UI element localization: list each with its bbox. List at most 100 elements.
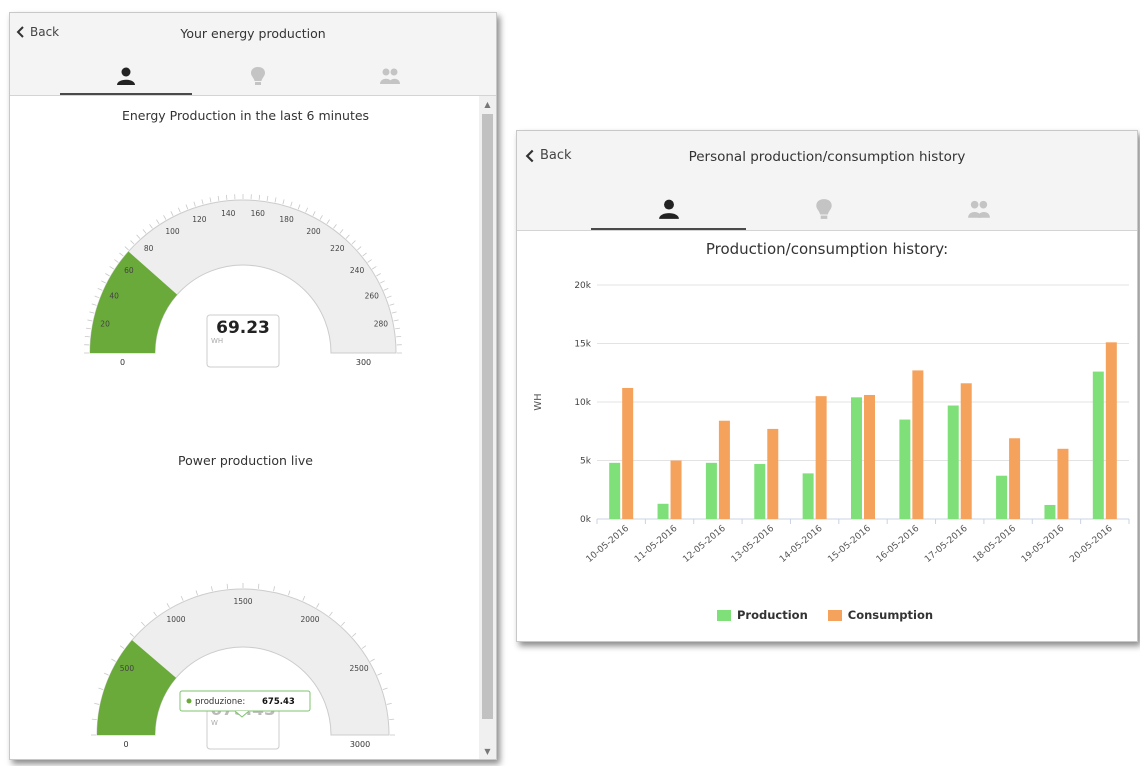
tooltip-value: 675.43 (262, 697, 295, 707)
gauge-tick-label: 1000 (166, 615, 185, 624)
tab-devices[interactable] (746, 187, 901, 230)
bar-consumption (864, 394, 875, 519)
gauge-tick (163, 215, 167, 220)
bar-production (996, 475, 1008, 519)
gauge-tick (170, 211, 174, 216)
gauge-tick (258, 194, 261, 200)
page-title: Personal production/consumption history (688, 149, 966, 165)
chart-x-tick-label: 17-05-2016 (923, 523, 970, 564)
chart-content: Production/consumption history: 0k 5k 10k 1… (517, 231, 1137, 641)
person-icon (117, 67, 135, 85)
panel-header: Back Your energy production (10, 13, 496, 96)
bar-production (947, 405, 959, 519)
chart-x-tick-label: 12-05-2016 (681, 523, 728, 564)
gauge-tick (142, 229, 147, 234)
chart-x-tick-label: 15-05-2016 (826, 523, 873, 564)
chart-x-tick-label: 16-05-2016 (875, 523, 922, 564)
bar-production (705, 462, 717, 519)
chart-y-tick-label: 15k (574, 340, 591, 350)
legend-swatch-production (717, 609, 731, 621)
power-gauge-min-label: 0 (123, 740, 128, 749)
gauge-tick (119, 645, 125, 649)
bar-production (609, 462, 621, 519)
chart-x-tick-label: 18-05-2016 (972, 523, 1019, 564)
gauge-tick (91, 718, 97, 721)
tooltip-series-label: produzione: (195, 697, 245, 707)
bar-production (851, 397, 862, 519)
chart-title: Production/consumption history: (705, 240, 949, 258)
gauge-tick (136, 234, 141, 239)
tab-community[interactable] (902, 187, 1057, 230)
gauge-tick (180, 595, 184, 601)
gauge-tick (97, 287, 103, 291)
energy-gauge-title: Energy Production in the last 6 minutes (121, 108, 370, 123)
gauge-tick (367, 259, 372, 263)
bar-production (1044, 504, 1056, 519)
gauge-tick (85, 327, 91, 330)
scrollbar-thumb[interactable] (482, 114, 493, 719)
history-bar-chart: 0k 5k 10k 15k 20k WH 10-05-2016 11-05-2016 12-… (533, 281, 1130, 565)
legend-item-consumption[interactable]: Consumption (827, 608, 933, 622)
page-title: Your energy production (180, 26, 326, 41)
tooltip-series-dot (186, 698, 192, 704)
tab-community[interactable] (324, 57, 456, 95)
group-icon (968, 200, 991, 218)
chart-legend: Production Consumption (717, 608, 933, 622)
gauge-tick (105, 273, 110, 277)
tab-personal[interactable] (591, 187, 747, 230)
gauge-tick (297, 204, 301, 210)
gauge-tick (316, 603, 320, 608)
scroll-down-arrow[interactable]: ▼ (479, 743, 496, 759)
legend-label-production: Production (737, 608, 808, 622)
panel-header: Back Personal production/consumption his… (517, 131, 1137, 231)
person-icon (658, 199, 679, 219)
gauge-tick (103, 672, 109, 676)
legend-item-production[interactable]: Production (717, 608, 808, 622)
gauge-tick (282, 199, 285, 205)
gauge-tick (185, 204, 189, 210)
chart-bars (609, 342, 1117, 519)
gauge-tick (357, 246, 362, 251)
tab-devices[interactable] (192, 57, 324, 95)
gauge-tick-label: 100 (165, 227, 180, 236)
gauge-tick (396, 335, 402, 338)
gauge-tick (94, 295, 100, 299)
gauge-tick (177, 207, 181, 213)
gauge-tick (266, 195, 269, 201)
gauge-tick-label: 20 (100, 320, 110, 329)
bar-consumption (622, 387, 634, 519)
bar-production (657, 503, 669, 519)
gauge-tick (377, 672, 383, 676)
legend-swatch-consumption (827, 609, 842, 621)
gauge-tick (226, 583, 229, 589)
bar-production (802, 473, 814, 519)
tab-personal[interactable] (60, 57, 192, 95)
chart-y-tick-labels: 0k 5k 10k 15k 20k (574, 281, 591, 525)
chart-x-tick-label: 19-05-2016 (1020, 523, 1067, 564)
gauge-tick-label: 80 (144, 244, 154, 253)
gauge-tick-label: 240 (350, 266, 365, 275)
bulb-icon (816, 198, 832, 219)
gauge-tick-label: 1500 (233, 597, 252, 606)
gauge-tick (371, 266, 377, 270)
gauge-tick (376, 273, 381, 277)
gauge-tick (389, 303, 395, 306)
chart-x-tick-labels: 10-05-2016 11-05-2016 12-05-2016 13-05-2016… (585, 523, 1115, 564)
energy-gauge-min-label: 0 (120, 358, 125, 367)
gauge-tick (130, 240, 135, 245)
gauge-tick (319, 215, 323, 220)
gauge-tick (361, 645, 367, 649)
scroll-up-arrow[interactable]: ▲ (479, 96, 496, 112)
gauge-tick (290, 201, 293, 207)
vertical-scrollbar[interactable]: ▲ ▼ (479, 96, 496, 759)
history-panel: Back Personal production/consumption his… (516, 130, 1138, 642)
bar-consumption (718, 420, 730, 519)
gauge-tick (339, 229, 344, 234)
gauge-tick (382, 687, 388, 690)
energy-production-panel: Back Your energy production Energy Produ… (9, 12, 497, 760)
gauge-tick-label: 220 (330, 244, 345, 253)
energy-gauge-max-label: 300 (356, 358, 371, 367)
bar-production (899, 419, 911, 519)
gauge-tick (351, 240, 356, 245)
bar-consumption (912, 370, 924, 519)
